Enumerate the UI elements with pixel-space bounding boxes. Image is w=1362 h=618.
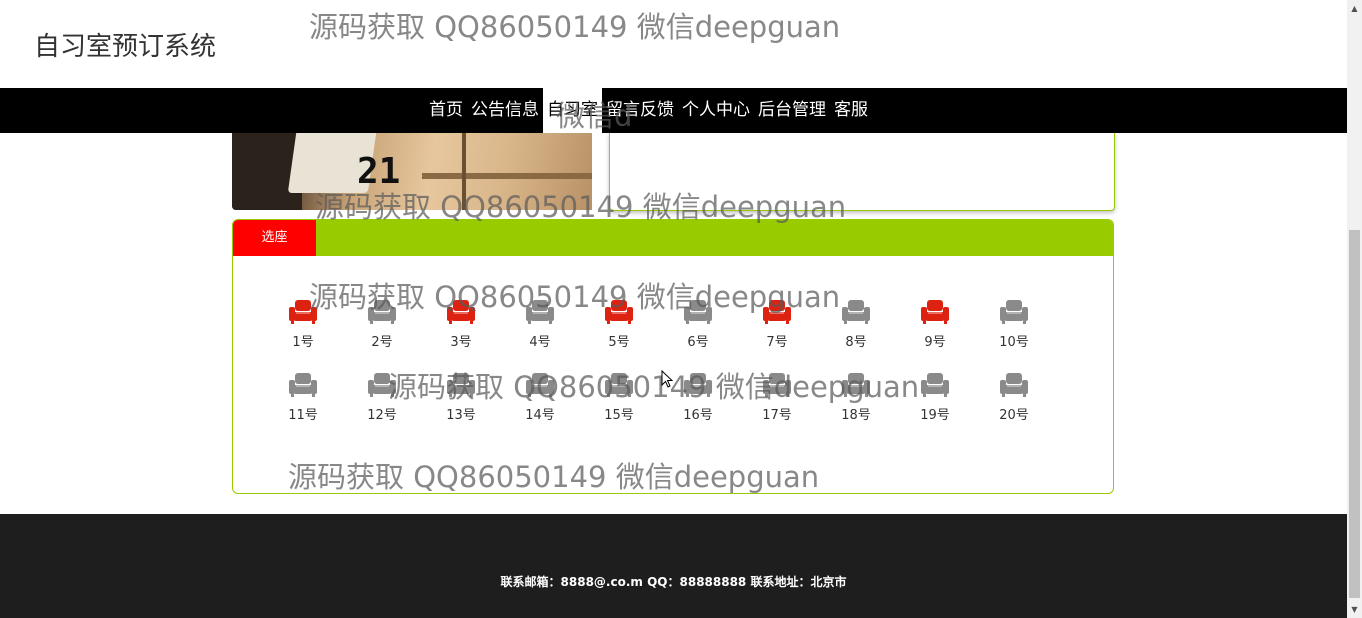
nav-item[interactable]: 自习室 (543, 88, 602, 133)
nav-items: 首页 公告信息 自习室 留言反馈 个人中心 后台管理 客服 (425, 88, 872, 133)
seat-available[interactable]: 15号 (584, 372, 654, 423)
seat-label: 7号 (766, 335, 788, 350)
seat-icon (368, 300, 396, 324)
seat-occupied[interactable]: 3号 (426, 299, 496, 350)
image-shelf (422, 173, 592, 179)
nav-item[interactable]: 首页 (425, 88, 467, 133)
seat-icon (447, 373, 475, 397)
room-info-box (609, 133, 1115, 211)
seat-available[interactable]: 8号 (821, 299, 891, 350)
scroll-up-arrow-icon[interactable]: ▲ (1347, 0, 1362, 17)
seat-available[interactable]: 4号 (505, 299, 575, 350)
seat-available[interactable]: 12号 (347, 372, 417, 423)
seat-icon (289, 300, 317, 324)
seat-label: 6号 (687, 335, 709, 350)
seat-icon (921, 300, 949, 324)
seat-label: 16号 (683, 408, 713, 423)
nav-item[interactable]: 留言反馈 (602, 88, 678, 133)
nav-item[interactable]: 后台管理 (754, 88, 830, 133)
seat-icon (526, 373, 554, 397)
seat-available[interactable]: 19号 (900, 372, 970, 423)
seat-label: 10号 (999, 335, 1029, 350)
seat-selection-panel: 选座 1号 2号 3号 4号 5号 6号 7号 8号 9号 10号 11号 12号 13号 14号 15号 1… (232, 219, 1114, 494)
nav-item[interactable]: 个人中心 (678, 88, 754, 133)
vertical-scrollbar[interactable]: ▲ ▼ (1347, 0, 1362, 618)
seat-label: 17号 (762, 408, 792, 423)
seat-available[interactable]: 18号 (821, 372, 891, 423)
seat-label: 9号 (924, 335, 946, 350)
header: 自习室预订系统 (0, 0, 1347, 88)
seat-icon (921, 373, 949, 397)
seat-icon (1000, 300, 1028, 324)
seat-available[interactable]: 14号 (505, 372, 575, 423)
seat-available[interactable]: 20号 (979, 372, 1049, 423)
seat-label: 4号 (529, 335, 551, 350)
seat-available[interactable]: 6号 (663, 299, 733, 350)
seat-panel-header: 选座 (233, 220, 1113, 256)
seat-icon (684, 300, 712, 324)
seat-label: 12号 (367, 408, 397, 423)
seat-label: 14号 (525, 408, 555, 423)
seat-occupied[interactable]: 7号 (742, 299, 812, 350)
image-shelf-post (462, 133, 466, 210)
scroll-down-arrow-icon[interactable]: ▼ (1347, 601, 1362, 618)
image-number: 21 (357, 151, 401, 192)
seat-available[interactable]: 13号 (426, 372, 496, 423)
seat-available[interactable]: 17号 (742, 372, 812, 423)
page: 自习室预订系统 首页 公告信息 自习室 留言反馈 个人中心 后台管理 客服 21 选座 1号… (0, 0, 1347, 618)
seat-icon (842, 373, 870, 397)
site-title[interactable]: 自习室预订系统 (34, 26, 216, 63)
seat-label: 19号 (920, 408, 950, 423)
seat-label: 5号 (608, 335, 630, 350)
seat-icon (842, 300, 870, 324)
seat-label: 8号 (845, 335, 867, 350)
footer: 联系邮箱：8888@.co.m QQ：88888888 联系地址：北京市 (0, 514, 1347, 618)
seat-available[interactable]: 10号 (979, 299, 1049, 350)
seat-icon (605, 373, 633, 397)
seat-icon (447, 300, 475, 324)
tab-select-seat[interactable]: 选座 (233, 220, 316, 256)
seat-label: 15号 (604, 408, 634, 423)
nav-item[interactable]: 公告信息 (467, 88, 543, 133)
seat-label: 3号 (450, 335, 472, 350)
seat-available[interactable]: 2号 (347, 299, 417, 350)
seat-label: 13号 (446, 408, 476, 423)
main-nav: 首页 公告信息 自习室 留言反馈 个人中心 后台管理 客服 (0, 88, 1347, 133)
seat-occupied[interactable]: 5号 (584, 299, 654, 350)
seat-label: 11号 (288, 408, 318, 423)
seat-icon (526, 300, 554, 324)
seat-icon (763, 300, 791, 324)
seat-label: 2号 (371, 335, 393, 350)
seat-icon (289, 373, 317, 397)
seat-label: 18号 (841, 408, 871, 423)
seat-available[interactable]: 11号 (268, 372, 338, 423)
mouse-cursor-icon (661, 370, 673, 388)
seat-icon (684, 373, 712, 397)
seat-icon (763, 373, 791, 397)
seat-icon (605, 300, 633, 324)
seat-label: 1号 (292, 335, 314, 350)
seat-icon (1000, 373, 1028, 397)
seat-label: 20号 (999, 408, 1029, 423)
footer-contact-text: 联系邮箱：8888@.co.m QQ：88888888 联系地址：北京市 (500, 575, 847, 589)
seat-available[interactable]: 16号 (663, 372, 733, 423)
nav-item[interactable]: 客服 (830, 88, 872, 133)
seat-occupied[interactable]: 9号 (900, 299, 970, 350)
seat-occupied[interactable]: 1号 (268, 299, 338, 350)
study-room-image: 21 (232, 133, 592, 210)
scrollbar-thumb[interactable] (1349, 230, 1360, 598)
seat-icon (368, 373, 396, 397)
